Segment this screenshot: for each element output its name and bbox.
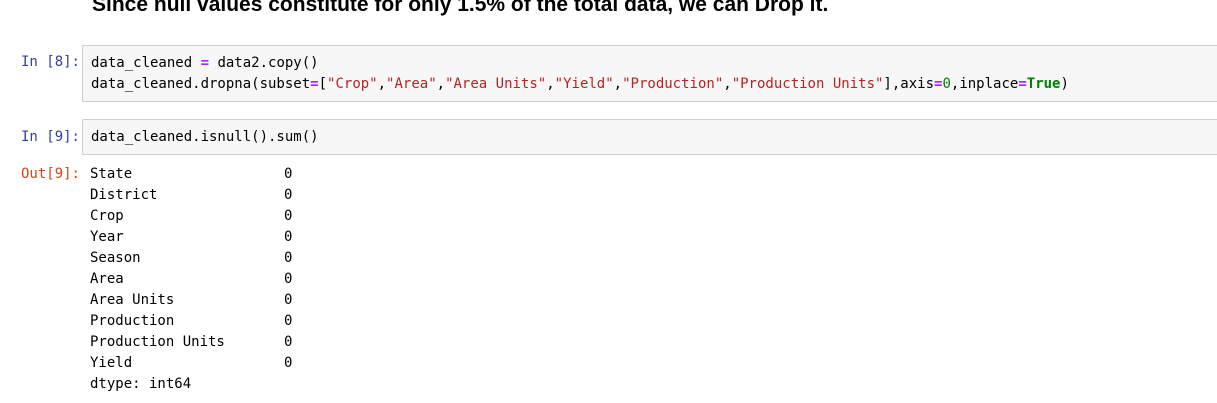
output-row: Area Units 0 [90,292,293,308]
code-line: data_cleaned.isnull().sum() [91,129,319,145]
output-row: Production Units 0 [90,334,293,350]
output-row: Production 0 [90,313,293,329]
output-row: Season 0 [90,250,293,266]
output-row: Yield 0 [90,355,293,371]
code-line: data_cleaned = data2.copy() [91,55,319,71]
output-row: District 0 [90,187,293,203]
input-prompt-8: In [8]: [20,54,80,70]
dtype-line: dtype: int64 [90,376,192,392]
output-row: Year 0 [90,229,293,245]
output-prompt-9: Out[9]: [20,166,80,182]
input-prompt-9: In [9]: [20,129,80,145]
output-row: State 0 [90,166,293,182]
markdown-heading: Since null values constitute for only 1.… [92,0,829,16]
code-cell-9[interactable]: data_cleaned.isnull().sum() [82,119,1217,155]
output-area-9: State 0 District 0 Crop 0 Year 0 Season 0 Are… [90,164,292,395]
code-cell-8[interactable]: data_cleaned = data2.copy() data_cleaned… [82,45,1217,102]
output-row: Area 0 [90,271,293,287]
output-row: Crop 0 [90,208,293,224]
code-line: data_cleaned.dropna(subset=["Crop","Area… [91,76,1069,92]
